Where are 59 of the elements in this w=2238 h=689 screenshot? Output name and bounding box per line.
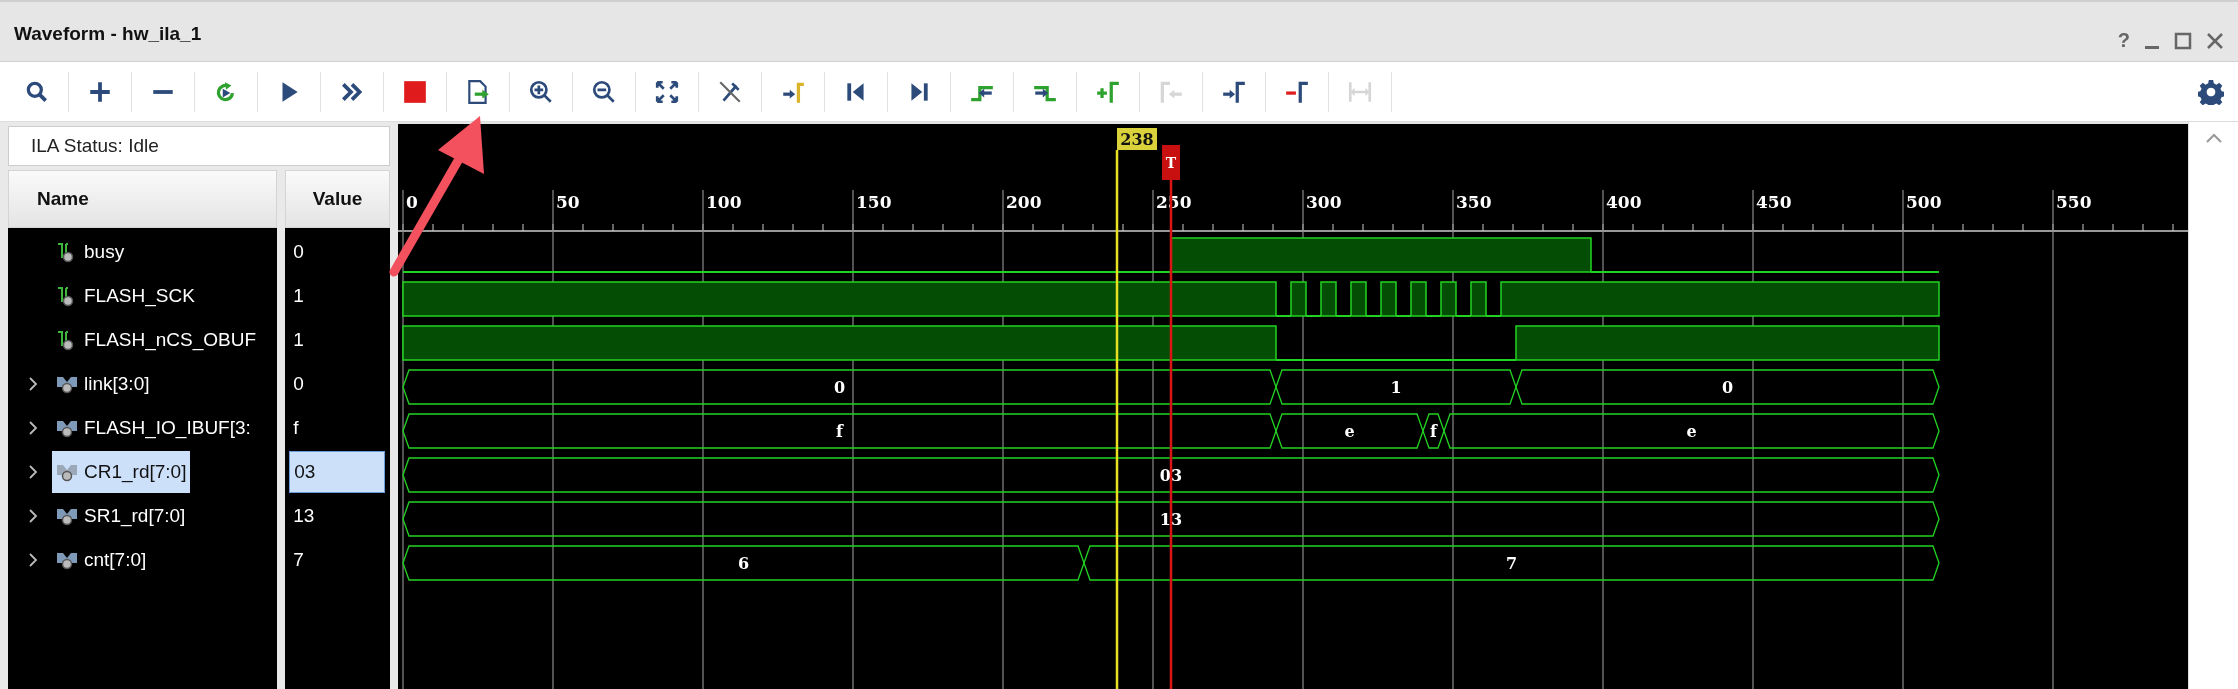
scroll-up-icon[interactable] [2204, 132, 2223, 144]
time-tick-label: 300 [1306, 192, 1342, 212]
bus-segment: e [1275, 413, 1424, 449]
vertical-scrollbar[interactable] [2188, 122, 2238, 689]
time-tick-label: 200 [1006, 192, 1042, 212]
settings-icon[interactable] [2198, 78, 2224, 105]
signal-value: 7 [292, 549, 304, 571]
bus-segment: e [1443, 413, 1940, 449]
bus-segment: 1 [1275, 369, 1517, 405]
cursor-line[interactable] [1115, 150, 1119, 689]
maximize-icon[interactable] [2174, 31, 2192, 50]
time-tick-label: 450 [1756, 192, 1792, 212]
signal-value: 13 [292, 505, 315, 527]
signal-value: f [292, 417, 299, 439]
time-tick-label: 0 [406, 192, 418, 212]
expand-icon[interactable] [654, 78, 680, 105]
value-column-header[interactable]: Value [285, 170, 390, 228]
trigger-marker: T [1162, 145, 1180, 180]
ila-status-field: ILA Status: Idle [8, 126, 390, 166]
signal-value: 03 [289, 451, 386, 493]
bus-segment: 0 [402, 369, 1277, 405]
time-tick-label: 400 [1606, 192, 1642, 212]
name-column-header[interactable]: Name [8, 170, 278, 228]
signal-name[interactable]: FLASH_SCK [52, 275, 199, 317]
bus-segment: 7 [1083, 545, 1940, 581]
time-tick-label: 550 [2056, 192, 2092, 212]
zoom-in-icon[interactable] [528, 78, 554, 105]
help-button[interactable]: ? [2117, 29, 2130, 52]
bus-segment: f [1422, 413, 1445, 449]
expand-chevron-icon[interactable] [28, 420, 38, 436]
selected-signal-name[interactable]: CR1_rd[7:0] [52, 451, 191, 493]
export-icon[interactable] [465, 78, 491, 105]
time-tick-label: 150 [856, 192, 892, 212]
stop-icon[interactable] [402, 78, 428, 105]
signal-name[interactable]: link[3:0] [52, 363, 154, 405]
expand-chevron-icon[interactable] [28, 552, 38, 568]
time-tick-label: 350 [1456, 192, 1492, 212]
cursor-label[interactable]: 238 [1117, 128, 1157, 150]
expand-chevron-icon[interactable] [28, 376, 38, 392]
signal-name[interactable]: busy [52, 231, 129, 273]
time-tick-label: 500 [1906, 192, 1942, 212]
bus-segment: 6 [402, 545, 1085, 581]
expand-chevron-icon[interactable] [28, 508, 38, 524]
signal-name[interactable]: FLASH_IO_IBUF[3: [52, 407, 255, 449]
signal-value: 1 [292, 285, 304, 307]
time-tick-label: 50 [556, 192, 580, 212]
time-tick-label: 100 [706, 192, 742, 212]
signal-name[interactable]: cnt[7:0] [52, 539, 151, 581]
signal-value: 0 [292, 241, 304, 263]
bus-segment: f [402, 413, 1277, 449]
window-title: Waveform - hw_ila_1 [14, 22, 202, 45]
signal-value: 1 [292, 329, 304, 351]
close-icon[interactable] [2206, 31, 2224, 50]
expand-chevron-icon[interactable] [28, 464, 38, 480]
signal-value: 0 [292, 373, 304, 395]
bus-segment: 0 [1515, 369, 1940, 405]
signal-name[interactable]: FLASH_nCS_OBUF [52, 319, 261, 361]
zoom-out-icon[interactable] [591, 78, 617, 105]
signal-name[interactable]: SR1_rd[7:0] [52, 495, 190, 537]
